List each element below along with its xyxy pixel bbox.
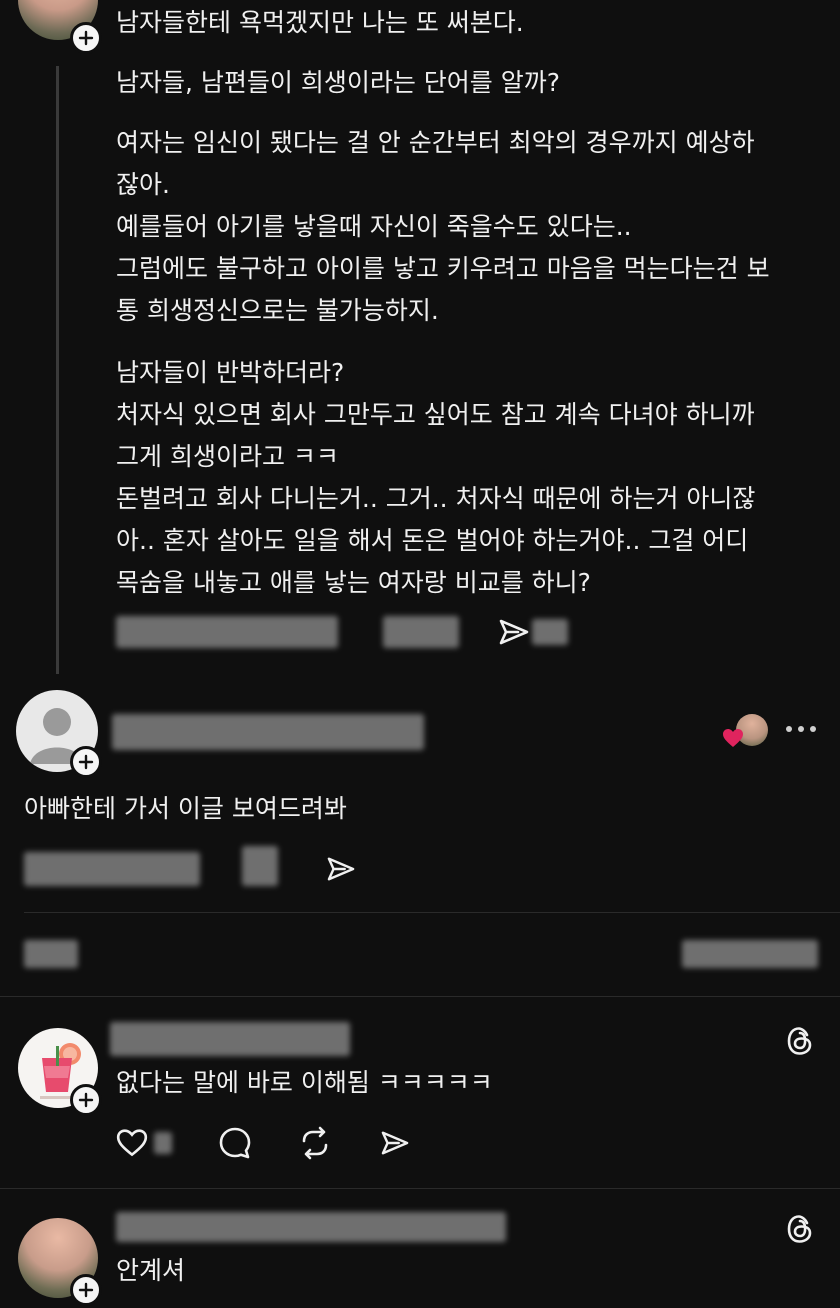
post-paragraph: 남자들, 남편들이 희생이라는 단어를 알까? (116, 64, 816, 102)
post-text-line: 통 희생정신으로는 불가능하지. (116, 296, 439, 325)
comment-button[interactable] (218, 1126, 252, 1160)
post-paragraph: 남자들이 반박하더라? 처자식 있으면 회사 그만두고 싶어도 참고 계속 다녀… (116, 352, 816, 604)
follow-button[interactable] (70, 746, 102, 778)
plus-icon (78, 30, 94, 46)
like-count-blurred (154, 1132, 172, 1154)
share-button[interactable] (498, 618, 530, 646)
username-blurred[interactable] (110, 1022, 350, 1056)
threads-logo-icon (787, 1027, 812, 1055)
comment-icon (219, 1127, 251, 1159)
divider (0, 996, 840, 997)
comment-count-blurred[interactable] (242, 846, 278, 886)
post-text-line: 예를들어 아기를 낳을때 자신이 죽을수도 있다는.. (116, 212, 632, 241)
like-count-blurred[interactable] (24, 852, 200, 886)
post-text-line: 남자들한테 욕먹겠지만 나는 또 써본다. (116, 8, 524, 37)
post-body: 남자들, 남편들이 희생이라는 단어를 알까? 여자는 임신이 됐다는 걸 안 … (116, 64, 816, 604)
send-icon (381, 1131, 409, 1155)
post-text-line: 돈벌려고 회사 다니는거.. 그거.. 처자식 때문에 하는거 아니잖 (116, 484, 756, 513)
reply-text: 아빠한테 가서 이글 보여드려봐 (24, 794, 347, 823)
like-button[interactable] (116, 1128, 148, 1158)
post-text-line: 잖아. (116, 170, 170, 199)
threads-logo[interactable] (786, 1026, 814, 1056)
meta-blurred (24, 940, 78, 968)
repost-button[interactable] (298, 1126, 332, 1160)
post-text-line: 목숨을 내놓고 애를 낳는 여자랑 비교를 하니? (116, 568, 591, 597)
more-icon (786, 726, 816, 732)
post-text-line: 여자는 임신이 됐다는 걸 안 순간부터 최악의 경우까지 예상하 (116, 128, 755, 157)
share-button[interactable] (326, 856, 356, 882)
post-paragraph: 여자는 임신이 됐다는 걸 안 순간부터 최악의 경우까지 예상하 잖아. 예를… (116, 122, 816, 332)
send-icon (327, 857, 355, 881)
comment-count-blurred[interactable] (383, 616, 459, 648)
plus-icon (78, 1282, 94, 1298)
plus-icon (78, 754, 94, 770)
reply-text: 없다는 말에 바로 이해됨 ㅋㅋㅋㅋㅋ (116, 1068, 493, 1097)
post-text-line: 그럼에도 불구하고 아이를 낳고 키우려고 마음을 먹는다는건 보 (116, 254, 770, 283)
username-blurred[interactable] (116, 1212, 506, 1242)
follow-button[interactable] (70, 22, 102, 54)
liked-heart (722, 728, 744, 748)
thread-line (56, 66, 59, 674)
like-count-blurred[interactable] (116, 616, 338, 648)
follow-button[interactable] (70, 1274, 102, 1306)
reply-text: 안계셔 (116, 1256, 186, 1285)
plus-icon (78, 1092, 94, 1108)
threads-logo-icon (787, 1215, 812, 1243)
post-text-line: 처자식 있으면 회사 그만두고 싶어도 참고 계속 다녀야 하니까 (116, 400, 755, 429)
username-blurred[interactable] (112, 714, 424, 750)
post-text-line: 남자들이 반박하더라? (116, 358, 345, 387)
share-button[interactable] (380, 1130, 410, 1156)
heart-icon (723, 729, 743, 747)
divider (0, 1188, 840, 1189)
repost-icon (302, 1126, 328, 1160)
threads-logo[interactable] (786, 1214, 814, 1244)
follow-button[interactable] (70, 1084, 102, 1116)
more-button[interactable] (784, 722, 818, 736)
send-icon (499, 619, 529, 645)
share-count-blurred (532, 619, 568, 645)
post-text-line: 남자들, 남편들이 희생이라는 단어를 알까? (116, 68, 561, 97)
meta-blurred (682, 940, 818, 968)
heart-icon (116, 1129, 148, 1157)
post-text-line: 아.. 혼자 살아도 일을 해서 돈은 벌어야 하는거야.. 그걸 어디 (116, 526, 749, 555)
post-text-line: 그게 희생이라고 ㅋㅋ (116, 442, 339, 471)
divider (24, 912, 840, 913)
